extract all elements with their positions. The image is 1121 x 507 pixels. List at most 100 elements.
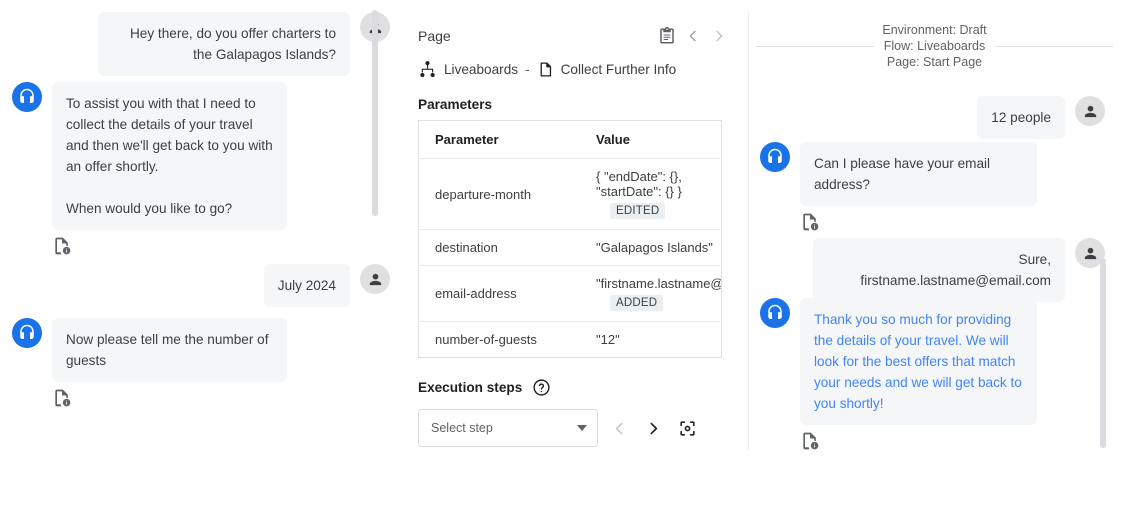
page-next-button[interactable] (706, 23, 732, 49)
column-header-value: Value (580, 121, 722, 159)
avatar-agent (12, 82, 42, 112)
select-step-dropdown[interactable]: Select step (418, 409, 598, 447)
message-debug-info-icon[interactable] (800, 431, 1037, 451)
value-text: { "endDate": {}, "startDate": {} } (596, 169, 682, 199)
table-row: departure-month { "endDate": {}, "startD… (419, 159, 722, 230)
value-text: "12" (596, 332, 620, 347)
message-bubble: To assist you with that I need to collec… (52, 82, 287, 230)
clipboard-icon (658, 27, 676, 45)
simulator-screen: Hey there, do you offer charters to the … (0, 0, 1121, 507)
chevron-down-icon (577, 425, 587, 431)
cell-parameter-name: number-of-guests (419, 322, 581, 358)
environment-banner: Environment: Draft Flow: Liveaboards Pag… (756, 22, 1113, 70)
execution-steps-controls: Select step (410, 409, 740, 447)
message-bubble: 12 people (977, 96, 1065, 139)
chevron-right-icon (645, 420, 662, 437)
chat-message-user: 12 people (756, 96, 1105, 139)
avatar-user (1075, 96, 1105, 126)
headset-icon (18, 324, 36, 342)
avatar-agent (760, 298, 790, 328)
message-group: Can I please have your email address? (800, 142, 1037, 232)
table-header-row: Parameter Value (419, 121, 722, 159)
select-step-placeholder: Select step (431, 421, 577, 435)
document-info-icon (52, 236, 72, 256)
page-prev-button[interactable] (680, 23, 706, 49)
execution-steps-label: Execution steps (418, 380, 522, 395)
cell-parameter-value: "Galapagos Islands" (580, 230, 722, 266)
focus-frame-icon (678, 419, 697, 438)
clipboard-copy-button[interactable] (654, 23, 680, 49)
cell-parameter-name: destination (419, 230, 581, 266)
chat-message-user: Sure, firstname.lastname@email.com (756, 238, 1105, 302)
page-title: Page (418, 28, 451, 44)
cell-parameter-name: email-address (419, 266, 581, 322)
execution-next-button[interactable] (640, 415, 666, 441)
table-row: number-of-guests "12" (419, 322, 722, 358)
left-conversation-panel: Hey there, do you offer charters to the … (0, 0, 392, 507)
right-panel-scrollbar[interactable] (1100, 258, 1106, 448)
page-inspector-panel: Page (410, 0, 740, 507)
chat-message-agent: Now please tell me the number of guests (12, 318, 352, 408)
chat-message-agent: Thank you so much for providing the deta… (760, 298, 1100, 451)
chevron-left-icon (685, 28, 701, 44)
breadcrumb-flow-name[interactable]: Liveaboards (444, 62, 518, 77)
column-header-parameter: Parameter (419, 121, 581, 159)
chevron-right-icon (711, 28, 727, 44)
status-badge: EDITED (610, 203, 665, 219)
environment-banner-text: Environment: Draft Flow: Liveaboards Pag… (882, 22, 986, 70)
value-text: "firstname.lastname@ema (596, 276, 722, 291)
chevron-left-icon (611, 420, 628, 437)
banner-rule-left (756, 46, 874, 47)
headset-icon (18, 88, 36, 106)
headset-icon (766, 304, 784, 322)
right-conversation-panel: Environment: Draft Flow: Liveaboards Pag… (748, 0, 1121, 507)
message-bubble: Thank you so much for providing the deta… (800, 298, 1037, 425)
document-info-icon (52, 388, 72, 408)
cell-parameter-name: departure-month (419, 159, 581, 230)
person-icon (1082, 245, 1099, 262)
document-info-icon (800, 431, 820, 451)
chat-message-user: Hey there, do you offer charters to the … (60, 12, 390, 76)
page-inspector-header: Page (410, 22, 740, 50)
status-badge: ADDED (610, 295, 663, 311)
person-icon (1082, 103, 1099, 120)
message-bubble: Now please tell me the number of guests (52, 318, 287, 382)
person-icon (367, 271, 384, 288)
breadcrumb-separator: - (525, 62, 530, 77)
headset-icon (766, 148, 784, 166)
message-group: To assist you with that I need to collec… (52, 82, 287, 256)
avatar-agent (12, 318, 42, 348)
chat-message-agent: Can I please have your email address? (760, 142, 1100, 232)
message-group: Thank you so much for providing the deta… (800, 298, 1037, 451)
message-bubble: Sure, firstname.lastname@email.com (813, 238, 1065, 302)
message-group: Now please tell me the number of guests (52, 318, 287, 408)
banner-rule-right (995, 46, 1113, 47)
document-info-icon (800, 212, 820, 232)
value-text: "Galapagos Islands" (596, 240, 713, 255)
account-tree-icon[interactable] (418, 60, 437, 79)
chat-message-agent: To assist you with that I need to collec… (12, 82, 352, 256)
avatar-user (360, 264, 390, 294)
help-circle-icon[interactable] (532, 378, 551, 397)
avatar-agent (760, 142, 790, 172)
table-row: email-address "firstname.lastname@ema AD… (419, 266, 722, 322)
message-debug-info-icon[interactable] (52, 388, 287, 408)
cell-parameter-value: "firstname.lastname@ema ADDED (580, 266, 722, 322)
execution-prev-button[interactable] (606, 415, 632, 441)
left-panel-scrollbar[interactable] (372, 10, 378, 216)
message-debug-info-icon[interactable] (52, 236, 287, 256)
message-bubble: Can I please have your email address? (800, 142, 1037, 206)
breadcrumb-page-name[interactable]: Collect Further Info (561, 62, 677, 77)
chat-message-user: July 2024 (60, 264, 390, 307)
message-bubble: Hey there, do you offer charters to the … (98, 12, 350, 76)
breadcrumb: Liveaboards - Collect Further Info (410, 60, 740, 79)
execution-steps-header: Execution steps (410, 378, 740, 397)
parameters-table: Parameter Value departure-month { "endDa… (418, 120, 722, 358)
table-row: destination "Galapagos Islands" (419, 230, 722, 266)
cell-parameter-value: "12" (580, 322, 722, 358)
cell-parameter-value: { "endDate": {}, "startDate": {} } EDITE… (580, 159, 722, 230)
message-bubble: July 2024 (264, 264, 350, 307)
message-debug-info-icon[interactable] (800, 212, 1037, 232)
page-icon[interactable] (537, 60, 554, 79)
focus-step-button[interactable] (674, 415, 700, 441)
